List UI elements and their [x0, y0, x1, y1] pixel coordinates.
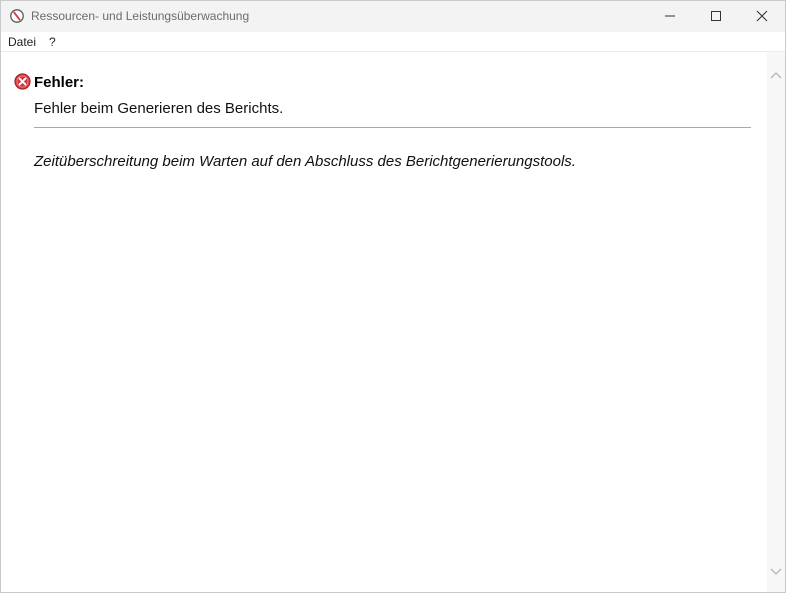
menu-item-datei[interactable]: Datei [8, 35, 36, 49]
minimize-icon [665, 15, 675, 17]
menu-bar: Datei ? [1, 32, 785, 52]
window-title: Ressourcen- und Leistungsüberwachung [31, 9, 250, 23]
maximize-button[interactable] [693, 1, 739, 32]
minimize-button[interactable] [647, 1, 693, 32]
chevron-up-icon[interactable] [770, 67, 782, 85]
resource-monitor-icon [10, 9, 24, 23]
menu-item-help[interactable]: ? [49, 35, 56, 49]
chevron-down-icon[interactable] [770, 564, 782, 582]
error-icon [14, 73, 31, 90]
divider [34, 127, 751, 128]
resource-monitor-window: Ressourcen- und Leistungsüberwachung Dat… [0, 0, 786, 593]
close-button[interactable] [739, 1, 785, 32]
vertical-scrollbar[interactable] [767, 52, 785, 592]
maximize-icon [711, 11, 721, 21]
report-content: Fehler: Fehler beim Generieren des Beric… [1, 52, 767, 592]
error-detail: Zeitüberschreitung beim Warten auf den A… [34, 153, 576, 170]
close-icon [756, 10, 768, 22]
title-bar[interactable]: Ressourcen- und Leistungsüberwachung [1, 1, 785, 32]
error-message: Fehler beim Generieren des Berichts. [34, 100, 284, 117]
error-heading: Fehler: [34, 74, 85, 91]
